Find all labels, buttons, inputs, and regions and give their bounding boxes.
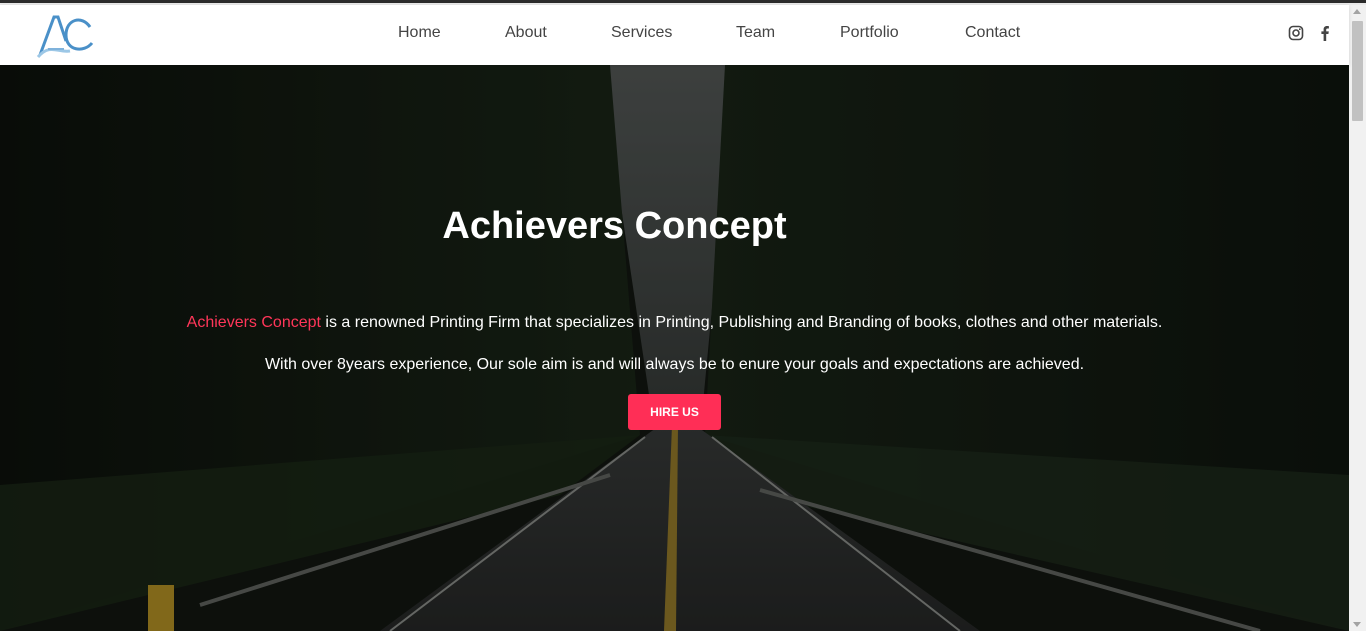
- nav-contact[interactable]: Contact: [965, 24, 1020, 42]
- forest-road-image: [0, 65, 1349, 631]
- nav-services[interactable]: Services: [611, 24, 672, 42]
- hero-section: Achievers Concept Achievers Concept is a…: [0, 65, 1349, 631]
- nav-portfolio[interactable]: Portfolio: [840, 24, 899, 42]
- hire-us-button[interactable]: HIRE US: [628, 394, 721, 430]
- vertical-scrollbar[interactable]: [1349, 5, 1366, 631]
- instagram-icon[interactable]: [1288, 25, 1304, 41]
- scroll-thumb[interactable]: [1352, 21, 1363, 121]
- nav-about[interactable]: About: [505, 24, 547, 42]
- hero-intro: Achievers Concept is a renowned Printing…: [0, 314, 1349, 332]
- hero-brand-highlight: Achievers Concept: [186, 314, 321, 331]
- site-header: Home About Services Team Portfolio Conta…: [0, 5, 1349, 65]
- hero-title: Achievers Concept: [442, 205, 787, 247]
- facebook-icon[interactable]: [1317, 25, 1333, 41]
- scroll-down-icon[interactable]: [1353, 622, 1361, 627]
- nav-home[interactable]: Home: [398, 24, 441, 42]
- hero-aim: With over 8years experience, Our sole ai…: [264, 356, 1085, 373]
- scroll-up-icon[interactable]: [1353, 9, 1361, 14]
- hero-intro-text: is a renowned Printing Firm that special…: [320, 314, 1163, 331]
- nav-team[interactable]: Team: [736, 24, 775, 42]
- main-nav: Home About Services Team Portfolio Conta…: [0, 5, 1349, 65]
